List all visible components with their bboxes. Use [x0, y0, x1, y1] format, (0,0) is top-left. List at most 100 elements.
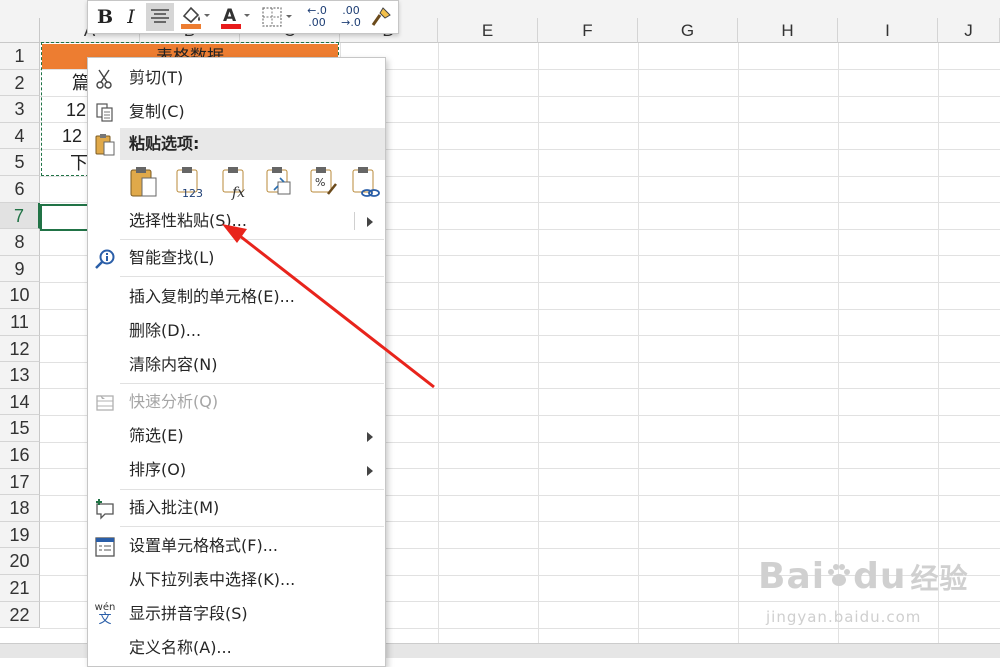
bold-button[interactable]: B — [93, 3, 117, 31]
menu-item-pick-from-list[interactable]: 从下拉列表中选择(K)... — [88, 563, 385, 597]
menu-label-format-cells: 设置单元格格式(F)... — [129, 536, 278, 555]
phonetic-icon: wén 文 — [94, 603, 116, 627]
row-header-22[interactable]: 22 — [0, 601, 40, 629]
column-header-g[interactable]: G — [638, 18, 738, 43]
row-header-11[interactable]: 11 — [0, 309, 40, 336]
increase-decimal-button[interactable]: ←.0 .00 — [302, 3, 332, 31]
gridline — [738, 43, 739, 643]
row-header-19[interactable]: 19 — [0, 521, 40, 549]
smart-lookup-icon — [94, 248, 116, 270]
paste-values-badge: 123 — [182, 187, 203, 200]
font-color-button[interactable]: A — [218, 3, 252, 31]
comment-icon — [94, 498, 116, 520]
paste-option-formulas[interactable]: fx — [220, 164, 254, 201]
column-header-f[interactable]: F — [538, 18, 638, 43]
row-header-14[interactable]: 14 — [0, 388, 40, 416]
row-header-5[interactable]: 5 — [0, 149, 40, 176]
row-header-20[interactable]: 20 — [0, 548, 40, 575]
row-header-13[interactable]: 13 — [0, 362, 40, 389]
menu-item-insert-copied-cells[interactable]: 插入复制的单元格(E)... — [88, 280, 385, 314]
menu-separator — [120, 383, 384, 384]
menu-item-cut[interactable]: 剪切(T) — [88, 61, 385, 95]
increase-decimal-bottom: .00 — [308, 16, 326, 29]
borders-button[interactable] — [260, 3, 294, 31]
paste-link-icon — [352, 167, 380, 197]
row-header-9[interactable]: 9 — [0, 255, 40, 283]
paste-percent-badge: % — [315, 176, 325, 189]
menu-item-paste-special[interactable]: 选择性粘贴(S)... — [88, 204, 385, 238]
paste-formatting-icon: % — [310, 167, 337, 195]
row-header-1[interactable]: 1 — [0, 43, 40, 70]
scissors-icon — [94, 68, 116, 90]
menu-label-cut: 剪切(T) — [129, 68, 184, 87]
paint-bucket-icon — [181, 6, 210, 29]
borders-icon — [262, 7, 292, 27]
watermark-url: jingyan.baidu.com — [766, 608, 922, 626]
menu-item-delete[interactable]: 删除(D)... — [88, 314, 385, 348]
paste-icon — [130, 167, 157, 197]
decrease-decimal-bottom: →.0 — [341, 16, 361, 29]
paste-option-link[interactable] — [350, 164, 384, 200]
fill-color-button[interactable] — [178, 3, 212, 31]
menu-label-insert-copied-cells: 插入复制的单元格(E)... — [129, 287, 295, 306]
submenu-arrow-icon — [367, 217, 373, 227]
menu-label-paste-special: 选择性粘贴(S)... — [129, 211, 247, 230]
paste-option-keep-source[interactable] — [128, 164, 162, 200]
menu-item-copy[interactable]: 复制(C) — [88, 95, 385, 129]
menu-item-smart-lookup[interactable]: 智能查找(L) — [88, 241, 385, 275]
row-header-18[interactable]: 18 — [0, 495, 40, 522]
paw-icon — [825, 558, 853, 586]
watermark-logo: Bai du 经验 — [758, 556, 969, 597]
menu-item-format-cells[interactable]: 设置单元格格式(F)... — [88, 529, 385, 563]
align-center-button[interactable] — [146, 3, 174, 31]
menu-label-pick-from-list: 从下拉列表中选择(K)... — [129, 570, 296, 589]
baidu-watermark: Bai du 经验 jingyan.baidu.com — [758, 548, 998, 638]
decrease-decimal-button[interactable]: .00 →.0 — [336, 3, 366, 31]
select-all-corner[interactable] — [0, 18, 40, 43]
column-header-e[interactable]: E — [438, 18, 538, 43]
menu-label-filter: 筛选(E) — [129, 426, 184, 445]
quick-analysis-icon — [94, 392, 116, 414]
paste-transpose-icon — [266, 167, 291, 195]
row-header-17[interactable]: 17 — [0, 468, 40, 496]
italic-button[interactable]: I — [120, 3, 142, 31]
paste-values-icon: 123 — [176, 167, 203, 200]
row-header-3[interactable]: 3 — [0, 96, 40, 123]
menu-item-clear-contents[interactable]: 清除内容(N) — [88, 348, 385, 382]
column-header-h[interactable]: H — [738, 18, 838, 43]
row-header-21[interactable]: 21 — [0, 575, 40, 602]
menu-item-filter[interactable]: 筛选(E) — [88, 419, 385, 453]
menu-label-insert-comment: 插入批注(M) — [129, 498, 220, 517]
row-header-4[interactable]: 4 — [0, 122, 40, 150]
paste-option-formatting[interactable]: % — [308, 164, 342, 200]
row-header-12[interactable]: 12 — [0, 335, 40, 363]
menu-separator — [120, 239, 384, 240]
format-painter-icon — [371, 7, 391, 26]
paste-option-values[interactable]: 123 — [174, 164, 208, 200]
menu-label-smart-lookup: 智能查找(L) — [129, 248, 215, 267]
paste-option-transpose[interactable] — [264, 164, 298, 200]
column-header-j[interactable]: J — [938, 18, 1000, 43]
watermark-brand-suffix: du — [853, 556, 907, 597]
row-header-7[interactable]: 7 — [0, 202, 40, 230]
row-header-8[interactable]: 8 — [0, 229, 40, 256]
row-header-16[interactable]: 16 — [0, 442, 40, 469]
row-header-2[interactable]: 2 — [0, 69, 40, 97]
menu-label-quick-analysis: 快速分析(Q) — [129, 392, 219, 411]
menu-label-delete: 删除(D)... — [129, 321, 202, 340]
menu-item-define-name[interactable]: 定义名称(A)... — [88, 631, 385, 665]
column-header-i[interactable]: I — [838, 18, 938, 43]
format-painter-button[interactable] — [368, 3, 394, 31]
menu-item-insert-comment[interactable]: 插入批注(M) — [88, 491, 385, 525]
row-header-15[interactable]: 15 — [0, 415, 40, 442]
watermark-jingyan: 经验 — [910, 562, 969, 595]
context-menu: 剪切(T) 复制(C) 粘贴选项: 123 fx % 选择性粘贴(S)... 智… — [87, 57, 386, 667]
row-header-6[interactable]: 6 — [0, 176, 40, 203]
row-header-10[interactable]: 10 — [0, 282, 40, 309]
mini-toolbar: B I A ←.0 .00 .00 →.0 — [87, 0, 399, 34]
align-center-icon — [151, 9, 169, 23]
menu-item-sort[interactable]: 排序(O) — [88, 453, 385, 487]
menu-item-show-phonetic[interactable]: wén 文 显示拼音字段(S) — [88, 597, 385, 631]
paste-options-label: 粘贴选项: — [129, 134, 200, 153]
menu-label-sort: 排序(O) — [129, 460, 187, 479]
